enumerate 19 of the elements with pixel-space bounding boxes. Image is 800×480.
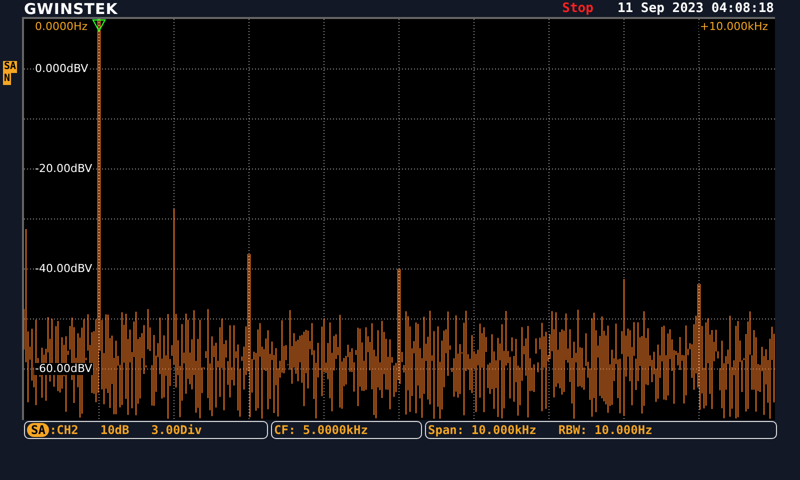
info-text: CF: 5.0000kHz (274, 423, 368, 437)
run-status: Stop (562, 1, 594, 16)
info-text: RBW: 10.000Hz (558, 423, 652, 437)
brand-logo: GWINSTEK (24, 0, 118, 16)
info-text: :CH2 (49, 423, 78, 437)
date-time: 11 Sep 2023 04:08:18 (617, 1, 774, 16)
end-frequency: +10.000kHz (698, 21, 769, 33)
channel-badge: SA (3, 61, 18, 73)
channel-badge: N (3, 73, 12, 85)
info-text: 10dB (100, 423, 130, 437)
peak-marker-icon (92, 19, 106, 32)
y-axis-label: 0.000dBV (34, 63, 90, 75)
y-axis-label: -40.00dBV (34, 263, 94, 275)
mode-badge: SA (27, 423, 50, 437)
info-text: 3.00Div (151, 423, 202, 437)
y-axis-label: -20.00dBV (34, 163, 94, 175)
y-axis-label: -60.00dBV (34, 363, 94, 375)
info-text: Span: 10.000kHz (428, 423, 536, 437)
start-frequency: 0.0000Hz (34, 21, 89, 33)
